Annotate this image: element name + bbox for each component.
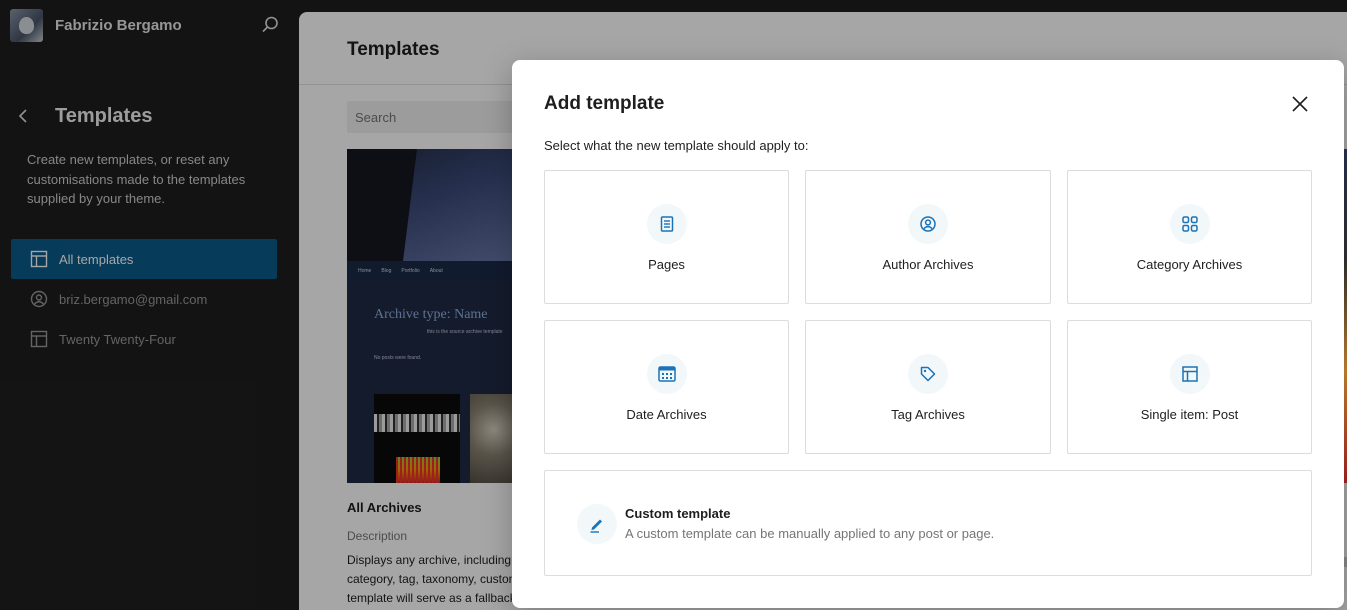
option-pages[interactable]: Pages — [544, 170, 789, 304]
option-custom-template[interactable]: Custom template A custom template can be… — [544, 470, 1312, 576]
option-label: Category Archives — [1136, 257, 1243, 272]
option-date-archives[interactable]: Date Archives — [544, 320, 789, 454]
option-label: Tag Archives — [891, 407, 965, 422]
custom-template-title: Custom template — [625, 506, 731, 521]
close-icon — [1292, 96, 1308, 112]
add-template-modal: Add template Select what the new templat… — [512, 60, 1344, 608]
custom-template-description: A custom template can be manually applie… — [625, 526, 995, 541]
option-label: Author Archives — [882, 257, 974, 272]
category-icon — [1169, 204, 1210, 244]
option-single-item-post[interactable]: Single item: Post — [1067, 320, 1312, 454]
calendar-icon — [646, 354, 687, 394]
tag-icon — [908, 354, 948, 394]
close-button[interactable] — [1288, 92, 1312, 116]
modal-subtitle: Select what the new template should appl… — [544, 138, 809, 153]
option-label: Date Archives — [626, 407, 707, 422]
pencil-icon — [577, 504, 617, 544]
option-category-archives[interactable]: Category Archives — [1067, 170, 1312, 304]
option-label: Single item: Post — [1140, 407, 1239, 422]
option-author-archives[interactable]: Author Archives — [805, 170, 1051, 304]
option-tag-archives[interactable]: Tag Archives — [805, 320, 1051, 454]
user-circle-icon — [908, 204, 948, 244]
layout-icon — [1169, 354, 1210, 394]
page-icon — [646, 204, 687, 244]
modal-title: Add template — [544, 93, 665, 114]
option-label: Pages — [648, 257, 685, 272]
